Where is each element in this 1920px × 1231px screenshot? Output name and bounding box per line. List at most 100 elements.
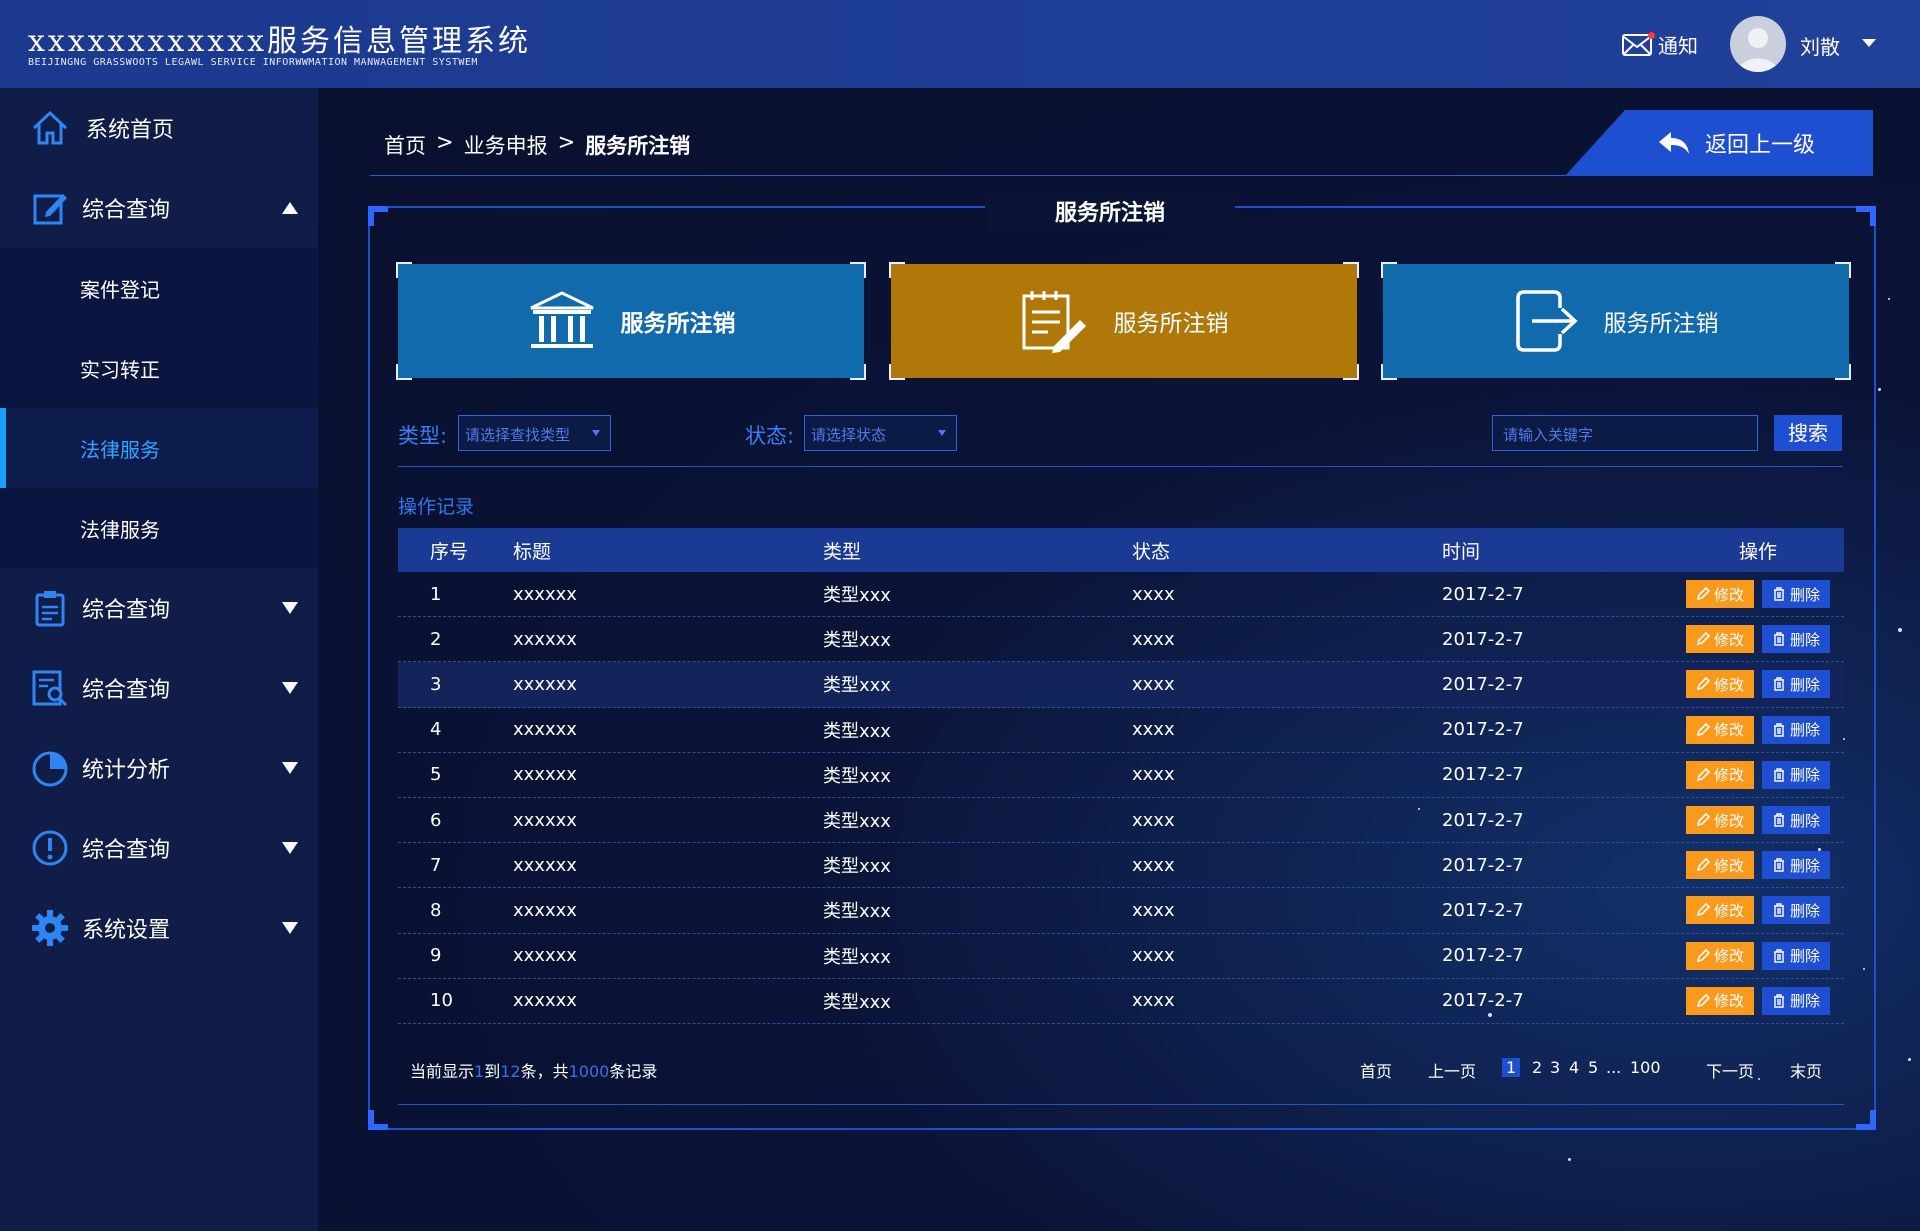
cell-status: xxxx — [1132, 945, 1175, 967]
delete-button[interactable]: 删除 — [1762, 580, 1830, 609]
notice-button[interactable]: 通知 — [1622, 30, 1698, 59]
edit-button[interactable]: 修改 — [1686, 625, 1754, 654]
delete-label: 删除 — [1789, 721, 1820, 740]
edit-button[interactable]: 修改 — [1686, 806, 1754, 835]
delete-button[interactable]: 删除 — [1762, 670, 1830, 699]
cell-title: xxxxxx — [513, 583, 577, 605]
delete-button[interactable]: 删除 — [1762, 806, 1830, 835]
cell-actions: 修改 删除 — [1686, 986, 1830, 1015]
clipboard-icon — [35, 591, 65, 627]
sidebar-item-home[interactable]: 系统首页 — [0, 88, 318, 168]
cell-time: 2017-2-7 — [1442, 673, 1524, 695]
pager-page-1[interactable]: 1 — [1502, 1058, 1521, 1077]
delete-button[interactable]: 删除 — [1762, 851, 1830, 880]
sidebar-subitem-legal-service[interactable]: 法律服务 — [0, 488, 318, 568]
pager-prev[interactable]: 上一页 — [1428, 1058, 1476, 1082]
pager-last[interactable]: 末页 — [1790, 1058, 1822, 1082]
sidebar-item-label: 综合查询 — [82, 678, 171, 703]
cell-type: 类型xxx — [823, 946, 891, 968]
trash-icon — [1773, 768, 1784, 782]
status-select[interactable]: 请选择状态 — [804, 415, 957, 451]
sidebar-subitem-legal-service-active[interactable]: 法律服务 — [0, 408, 318, 488]
sidebar-item-settings[interactable]: 系统设置 — [0, 888, 318, 968]
edit-button[interactable]: 修改 — [1686, 896, 1754, 925]
pencil-icon — [1696, 813, 1710, 827]
sidebar-item-query-2[interactable]: 综合查询 — [0, 568, 318, 648]
edit-button[interactable]: 修改 — [1686, 715, 1754, 744]
search-button[interactable]: 搜索 — [1774, 415, 1842, 451]
edit-label: 修改 — [1713, 992, 1744, 1011]
edit-button[interactable]: 修改 — [1686, 760, 1754, 789]
edit-button[interactable]: 修改 — [1686, 580, 1754, 609]
sidebar-item-query-4[interactable]: 综合查询 — [0, 808, 318, 888]
cell-status: xxxx — [1132, 628, 1175, 650]
cell-actions: 修改 删除 — [1686, 670, 1830, 699]
pager-next[interactable]: 下一页 — [1706, 1058, 1754, 1082]
cell-time: 2017-2-7 — [1442, 945, 1524, 967]
cell-status: xxxx — [1132, 764, 1175, 786]
avatar[interactable] — [1730, 16, 1786, 72]
delete-button[interactable]: 删除 — [1762, 625, 1830, 654]
type-select[interactable]: 请选择查找类型 — [458, 415, 611, 451]
trash-icon — [1773, 948, 1784, 963]
username[interactable]: 刘散 — [1800, 31, 1840, 60]
breadcrumb: 首页 > 业务申报 > 服务所注销 — [384, 130, 690, 160]
pager-page-5[interactable]: 5 — [1588, 1058, 1598, 1077]
edit-icon — [33, 194, 67, 225]
cell-time: 2017-2-7 — [1442, 764, 1524, 786]
cell-title: xxxxxx — [513, 854, 577, 876]
delete-button[interactable]: 删除 — [1762, 941, 1830, 970]
keyword-input[interactable]: 请输入关键字 — [1492, 415, 1758, 451]
app-subtitle: BEIJINGNG GRASSWOOTS LEGAWL SERVICE INFO… — [28, 57, 478, 68]
edit-button[interactable]: 修改 — [1686, 851, 1754, 880]
cell-no: 7 — [430, 854, 442, 876]
edit-doc-icon — [1022, 291, 1086, 353]
pager-page-3[interactable]: 3 — [1550, 1058, 1560, 1077]
sidebar-item-statistics[interactable]: 统计分析 — [0, 728, 318, 808]
user-menu-caret-icon[interactable] — [1862, 39, 1876, 47]
sidebar-item-query-1[interactable]: 综合查询 — [0, 168, 318, 248]
table-row: 3 xxxxxx 类型xxx xxxx 2017-2-7 修改 删除 — [398, 662, 1844, 708]
card-service-cancel-1[interactable]: 服务所注销 — [396, 262, 866, 380]
delete-button[interactable]: 删除 — [1762, 896, 1830, 925]
header-time: 时间 — [1442, 540, 1481, 563]
delete-button[interactable]: 删除 — [1762, 986, 1830, 1015]
sidebar-item-label: 系统首页 — [86, 118, 175, 143]
cell-no: 5 — [430, 764, 442, 786]
cell-type: 类型xxx — [823, 765, 891, 787]
sidebar-subitem-case-register[interactable]: 案件登记 — [0, 248, 318, 328]
card-label: 服务所注销 — [1113, 311, 1229, 337]
trash-icon — [1773, 677, 1784, 692]
sidebar: 系统首页 综合查询 案件登记 实习转正 法律服务 法律服务 综合查询 综合查询 … — [0, 88, 318, 1231]
table-row: 8 xxxxxx 类型xxx xxxx 2017-2-7 修改 删除 — [398, 888, 1844, 934]
sidebar-item-label: 实习转正 — [80, 357, 160, 382]
header-actions: 操作 — [1738, 540, 1777, 563]
edit-button[interactable]: 修改 — [1686, 986, 1754, 1015]
cell-title: xxxxxx — [513, 945, 577, 967]
cell-type: 类型xxx — [823, 901, 891, 923]
edit-button[interactable]: 修改 — [1686, 670, 1754, 699]
edit-button[interactable]: 修改 — [1686, 941, 1754, 970]
notice-dot — [1648, 32, 1655, 39]
breadcrumb-level1[interactable]: 业务申报 — [464, 130, 548, 160]
pager-first[interactable]: 首页 — [1360, 1058, 1392, 1082]
section-title: 操作记录 — [398, 496, 475, 518]
cell-time: 2017-2-7 — [1442, 719, 1524, 741]
pager-page-4[interactable]: 4 — [1569, 1058, 1579, 1077]
pager-page-2[interactable]: 2 — [1532, 1058, 1542, 1077]
sidebar-item-label: 系统设置 — [82, 918, 171, 943]
card-service-cancel-3[interactable]: 服务所注销 — [1381, 262, 1851, 380]
card-service-cancel-2[interactable]: 服务所注销 — [889, 262, 1359, 380]
breadcrumb-home[interactable]: 首页 — [384, 130, 426, 160]
cell-no: 6 — [430, 809, 442, 831]
delete-button[interactable]: 删除 — [1762, 715, 1830, 744]
app-title: xxxxxxxxxxxx服务信息管理系统 — [28, 24, 532, 59]
info-to-label: 到 — [484, 1062, 501, 1081]
sidebar-item-query-3[interactable]: 综合查询 — [0, 648, 318, 728]
filter-divider — [398, 466, 1843, 467]
sidebar-subitem-intern[interactable]: 实习转正 — [0, 328, 318, 408]
delete-button[interactable]: 删除 — [1762, 760, 1830, 789]
cell-title: xxxxxx — [513, 719, 577, 741]
pager-page-100[interactable]: 100 — [1630, 1058, 1661, 1077]
notice-label: 通知 — [1658, 34, 1698, 58]
